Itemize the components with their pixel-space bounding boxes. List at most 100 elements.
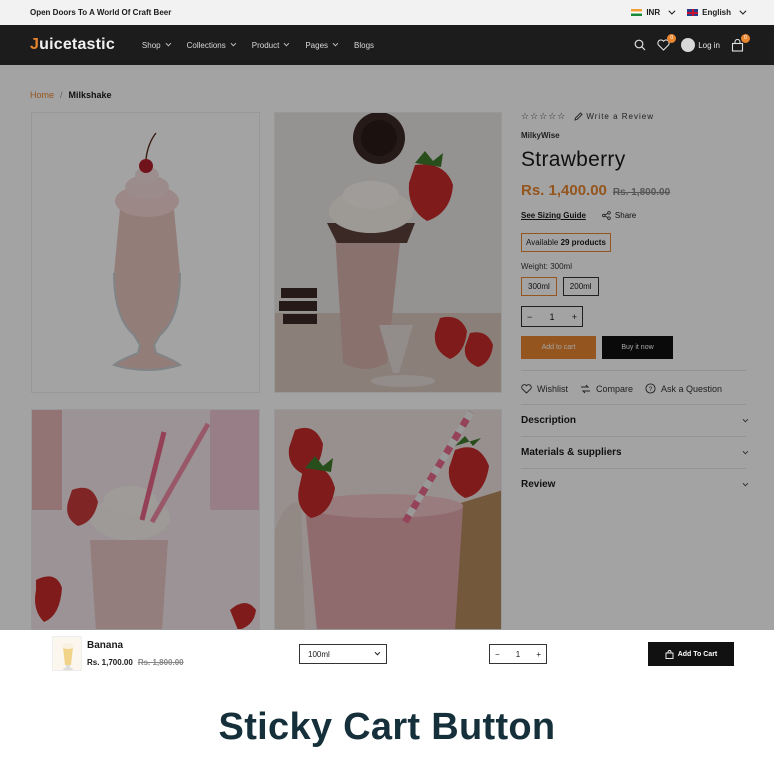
purchase-buttons: Add to cart Buy it now <box>521 336 746 359</box>
user-avatar-icon <box>681 38 696 52</box>
product-vendor[interactable]: MilkyWise <box>521 131 746 140</box>
chevron-down-icon <box>742 416 749 422</box>
ask-question-button[interactable]: ? Ask a Question <box>645 383 722 394</box>
accordion-materials[interactable]: Materials & suppliers <box>521 436 749 468</box>
sticky-variant-select[interactable]: 100ml <box>299 644 387 664</box>
nav-label: Collections <box>186 40 226 50</box>
currency-selector[interactable]: INR <box>631 7 676 17</box>
share-button[interactable]: Share <box>602 211 636 220</box>
sticky-quantity-stepper: − 1 + <box>489 644 547 664</box>
language-selector[interactable]: English <box>687 7 747 17</box>
search-icon[interactable] <box>634 39 646 51</box>
sticky-price-row: Rs. 1,700.00 Rs. 1,800.00 <box>87 658 184 667</box>
variant-picker: 300ml 200ml <box>521 277 746 296</box>
guide-share-row: See Sizing Guide Share <box>521 211 746 220</box>
pencil-icon <box>574 112 583 121</box>
ask-question-label: Ask a Question <box>661 383 723 394</box>
question-icon: ? <box>645 383 656 394</box>
compare-label: Compare <box>596 383 634 394</box>
plus-icon[interactable]: + <box>572 312 577 322</box>
sizing-guide-link[interactable]: See Sizing Guide <box>521 211 586 220</box>
heart-icon <box>521 383 532 394</box>
sticky-price: Rs. 1,700.00 <box>87 658 133 667</box>
accordion-label: Description <box>521 415 577 426</box>
write-review-link[interactable]: Write a Review <box>574 112 654 121</box>
main-nav: Shop Collections Product Pages Blogs <box>133 41 383 50</box>
product-info: ☆☆☆☆☆ Write a Review MilkyWise Strawberr… <box>521 111 749 500</box>
compare-price: Rs. 1,800.00 <box>612 187 671 198</box>
product-image-1[interactable] <box>31 112 260 393</box>
write-review-label: Write a Review <box>586 112 654 121</box>
accordion-review[interactable]: Review <box>521 468 749 500</box>
login-link[interactable]: Log in <box>681 38 720 52</box>
star-rating-icon: ☆☆☆☆☆ <box>521 111 567 121</box>
quantity-stepper: − 1 + <box>521 306 583 327</box>
breadcrumb-home[interactable]: Home <box>30 90 54 100</box>
compare-button[interactable]: Compare <box>580 384 633 394</box>
wishlist-count-badge: 0 <box>667 34 677 43</box>
share-label: Share <box>614 211 637 220</box>
chevron-down-icon <box>374 649 381 656</box>
breadcrumb-separator: / <box>60 90 63 100</box>
quantity-value[interactable]: 1 <box>549 312 554 322</box>
sticky-cart-bar: Banana Rs. 1,700.00 Rs. 1,800.00 100ml −… <box>0 630 774 678</box>
product-image-3[interactable] <box>31 409 260 630</box>
announcement-bar: Open Doors To A World Of Craft Beer INR … <box>0 0 774 25</box>
accordion-description[interactable]: Description <box>521 404 749 436</box>
site-header: Juicetastic Shop Collections Product Pag… <box>0 25 774 65</box>
nav-shop[interactable]: Shop <box>133 41 178 50</box>
product-image-4[interactable] <box>274 409 502 630</box>
availability-badge: Available 29 products <box>521 233 611 252</box>
nav-collections[interactable]: Collections <box>178 41 243 50</box>
logo-initial: J <box>30 36 40 53</box>
compare-icon <box>581 384 590 393</box>
wishlist-button[interactable]: Wishlist <box>521 384 568 394</box>
bag-icon <box>665 649 674 659</box>
product-image-2[interactable] <box>274 112 502 393</box>
chevron-down-icon <box>230 40 236 47</box>
availability-count: 29 products <box>560 238 606 247</box>
buy-now-button[interactable]: Buy it now <box>602 336 673 359</box>
accordion-label: Review <box>521 479 556 490</box>
availability-prefix: Available <box>526 238 559 247</box>
feature-caption: Sticky Cart Button <box>218 706 556 748</box>
wishlist-label: Wishlist <box>537 383 568 394</box>
sticky-add-to-cart-button[interactable]: Add To Cart <box>648 642 734 666</box>
minus-icon[interactable]: − <box>527 312 532 322</box>
breadcrumb-current: Milkshake <box>68 90 112 100</box>
add-to-cart-button[interactable]: Add to cart <box>521 336 596 359</box>
minus-icon[interactable]: − <box>495 650 500 659</box>
rating-row: ☆☆☆☆☆ Write a Review <box>521 111 746 122</box>
plus-icon[interactable]: + <box>536 650 541 659</box>
logo-text: uicetastic <box>39 36 115 53</box>
chevron-down-icon <box>668 7 676 15</box>
chevron-down-icon <box>742 448 749 454</box>
variant-option-200ml[interactable]: 200ml <box>562 277 599 296</box>
price-row: Rs. 1,400.00 Rs. 1,800.00 <box>521 182 746 199</box>
sticky-quantity-value[interactable]: 1 <box>516 650 520 659</box>
nav-pages[interactable]: Pages <box>296 41 345 50</box>
product-title: Strawberry <box>521 148 626 171</box>
sticky-button-label: Add To Cart <box>677 650 718 658</box>
variant-option-300ml[interactable]: 300ml <box>521 277 557 296</box>
logo[interactable]: Juicetastic <box>30 36 115 54</box>
nav-label: Product <box>251 40 280 50</box>
nav-label: Blogs <box>354 40 375 50</box>
product-actions: Wishlist Compare ? Ask a Question <box>521 371 746 404</box>
nav-product[interactable]: Product <box>243 41 297 50</box>
sticky-variant-value: 100ml <box>308 649 330 659</box>
login-label: Log in <box>698 40 720 50</box>
language-label: English <box>702 8 731 17</box>
chevron-down-icon <box>165 40 171 47</box>
wishlist-icon[interactable]: 0 <box>657 34 677 51</box>
nav-label: Shop <box>141 40 161 50</box>
announcement-text: Open Doors To A World Of Craft Beer <box>30 8 172 17</box>
nav-blogs[interactable]: Blogs <box>345 41 383 50</box>
chevron-down-icon <box>283 40 290 47</box>
nav-label: Pages <box>305 40 329 50</box>
cart-icon[interactable]: 0 <box>731 33 750 52</box>
svg-text:?: ? <box>649 386 653 393</box>
share-icon <box>602 211 611 220</box>
breadcrumb: Home / Milkshake <box>30 90 112 100</box>
product-page: Home / Milkshake ☆☆☆☆☆ Write a Review Mi… <box>0 65 774 630</box>
